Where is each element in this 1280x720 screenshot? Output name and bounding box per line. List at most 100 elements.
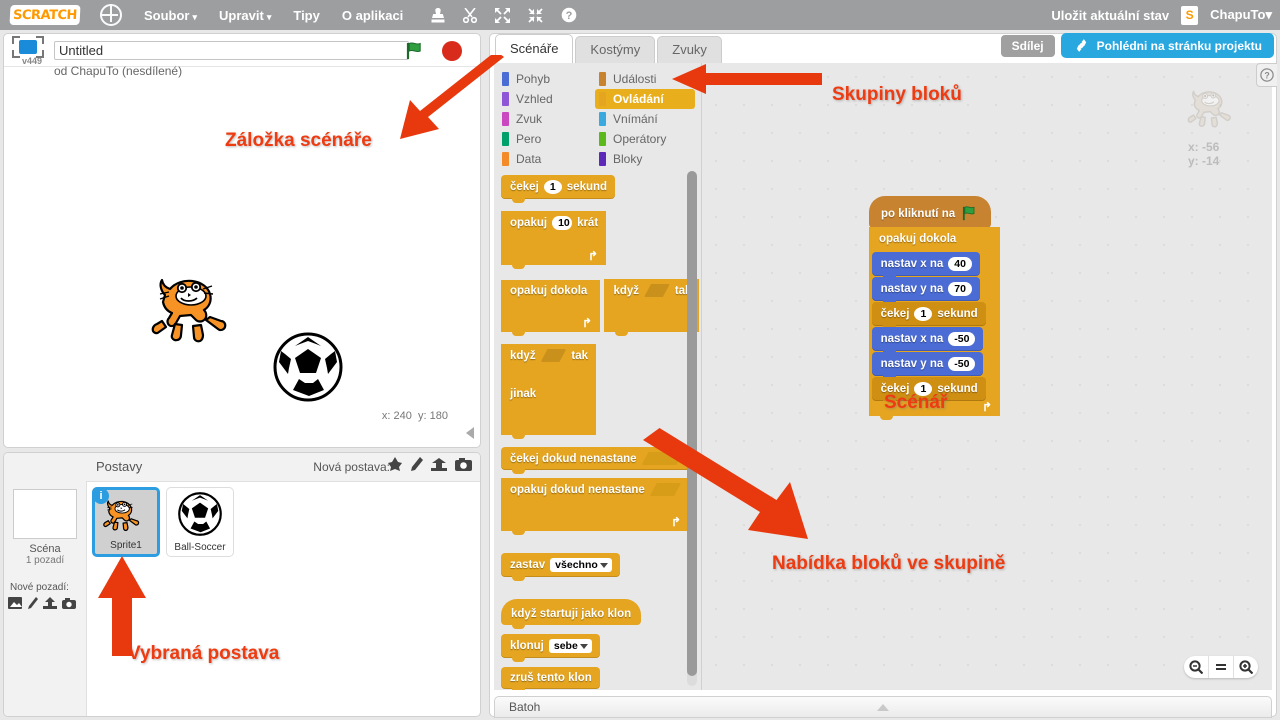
block-boolean-slot[interactable] (644, 284, 670, 297)
backpack-icon[interactable]: S (1181, 5, 1199, 25)
palette-block-if[interactable]: když tak (604, 279, 700, 336)
category-vnimani[interactable]: Vnímání (595, 109, 695, 129)
category-label: Pohyb (516, 72, 551, 86)
palette-block-repeat[interactable]: opakuj 10 krát ↱ (501, 211, 606, 269)
zoom-out-icon[interactable] (1184, 656, 1209, 678)
annotation-script: Scénář (884, 392, 948, 413)
block-boolean-slot[interactable] (541, 349, 567, 362)
block-label: opakuj dokola (879, 233, 957, 245)
block-number-input[interactable]: 40 (948, 257, 972, 271)
palette-block-delete-clone[interactable]: zruš tento klon (501, 667, 701, 690)
block-number-input[interactable]: 1 (543, 180, 562, 194)
paint-icon[interactable] (410, 457, 423, 471)
category-label: Operátory (613, 132, 667, 146)
palette-scrollbar-thumb[interactable] (687, 171, 697, 676)
backpack-bar[interactable]: Batoh (494, 696, 1272, 718)
menu-upravit[interactable]: Upravit ▾ (219, 8, 271, 23)
palette-block-wait[interactable]: čekej 1 sekund (501, 175, 701, 203)
block-number-input[interactable]: 1 (914, 307, 933, 321)
editor-tabs: Scénáře Kostýmy Zvuky (490, 34, 724, 63)
stage-coordinate-readout: x: 240 y: 180 (382, 410, 448, 422)
share-button[interactable]: Sdílej (1000, 34, 1055, 57)
block-number-input[interactable]: -50 (948, 332, 976, 346)
globe-icon[interactable] (100, 4, 122, 26)
upload-icon[interactable] (43, 597, 57, 609)
svg-text:?: ? (566, 10, 573, 22)
script-block-when-flag-clicked[interactable]: po kliknutí na (869, 196, 992, 232)
library-icon[interactable] (8, 597, 22, 609)
sprite-card-sprite1[interactable]: i Sprite1 (92, 487, 160, 557)
watermark-x-label: x: (1188, 140, 1199, 154)
loop-arrow-icon: ↱ (587, 249, 598, 263)
save-now-button[interactable]: Uložit aktuální stav (1051, 8, 1169, 23)
script-block-set-x-40[interactable]: nastav x na 40 (871, 252, 980, 280)
tab-zvuky[interactable]: Zvuky (657, 36, 722, 63)
block-number-input[interactable]: -50 (948, 357, 976, 371)
block-label-else: jinak (510, 388, 537, 400)
palette-block-forever[interactable]: opakuj dokola ↱ (501, 279, 600, 336)
script-block-set-y-70[interactable]: nastav y na 70 (871, 277, 980, 305)
script-block-forever[interactable]: opakuj dokola nastav x na 40 nastav y na… (869, 227, 1000, 420)
scissors-icon[interactable] (463, 7, 478, 23)
help-tab-button[interactable]: ? (1256, 63, 1277, 87)
block-dropdown[interactable]: sebe (548, 639, 592, 653)
zoom-reset-icon[interactable] (1209, 656, 1234, 678)
script-canvas[interactable]: x: -56 y: -14 po kliknutí na opakuj doko… (702, 63, 1272, 690)
paint-icon[interactable] (27, 597, 38, 609)
palette-block-if-else[interactable]: když tak jinak (501, 344, 596, 439)
help-icon[interactable]: ? (561, 7, 577, 23)
tab-kostymy[interactable]: Kostýmy (575, 36, 656, 63)
palette-block-create-clone[interactable]: klonuj sebe (501, 634, 701, 662)
grow-icon[interactable] (495, 7, 511, 23)
script-stack[interactable]: po kliknutí na opakuj dokola nastav x na (869, 196, 1000, 420)
sprite-card-ball-soccer[interactable]: Ball-Soccer (166, 487, 234, 557)
version-label: v449 (22, 56, 43, 66)
loop-arrow-icon: ↱ (981, 400, 992, 414)
camera-icon[interactable] (455, 457, 472, 471)
block-number-input[interactable]: 70 (948, 282, 972, 296)
palette-block-stop[interactable]: zastav všechno (501, 553, 701, 581)
surprise-icon[interactable] (388, 457, 402, 471)
block-label: čekej (880, 308, 910, 320)
backpack-label: Batoh (509, 700, 541, 714)
block-label: sekund (566, 181, 608, 193)
category-operatory[interactable]: Operátory (595, 129, 695, 149)
scratch-editor: SCRATCH Soubor ▾ Upravit ▾ Tipy O aplikaci… (0, 0, 1280, 720)
category-bloky[interactable]: Bloky (595, 149, 695, 169)
block-label: tak (571, 349, 588, 362)
stage-sprite-cat[interactable] (151, 262, 247, 352)
zoom-in-icon[interactable] (1234, 656, 1258, 678)
menu-soubor[interactable]: Soubor ▾ (144, 8, 197, 23)
stage-selector[interactable]: Scéna 1 pozadí Nové pozadí: (4, 481, 87, 716)
annotation-block-menu: Nabídka bloků ve skupině (772, 553, 1006, 574)
chevron-down-icon: ▾ (1265, 7, 1272, 22)
chevron-up-icon[interactable] (877, 704, 889, 711)
loop-arrow-icon: ↱ (581, 315, 592, 330)
scratch-logo[interactable]: SCRATCH (9, 5, 81, 25)
upload-icon[interactable] (431, 457, 447, 471)
account-menu[interactable]: ChapuTo▾ (1210, 7, 1272, 23)
stage-sprite-ball[interactable] (273, 332, 343, 402)
watermark-x-value: -56 (1202, 140, 1220, 154)
sprite-info-icon[interactable]: i (93, 488, 109, 504)
stamp-icon[interactable] (431, 7, 445, 23)
menu-tipy[interactable]: Tipy (293, 8, 320, 23)
block-label: když (613, 284, 640, 297)
watermark-coords: x: -56 y: -14 (1180, 140, 1250, 169)
palette-block-when-clone-start[interactable]: když startuji jako klon (501, 599, 701, 629)
camera-icon[interactable] (62, 597, 76, 609)
block-label: čekej (510, 181, 539, 193)
script-block-set-y-minus50[interactable]: nastav y na -50 (871, 352, 984, 380)
project-title-input[interactable] (54, 40, 409, 60)
block-number-input[interactable]: 10 (552, 216, 573, 230)
shrink-icon[interactable] (528, 7, 543, 23)
new-backdrop-label: Nové pozadí: (10, 582, 69, 593)
category-data[interactable]: Data (498, 149, 594, 169)
block-dropdown[interactable]: všechno (550, 558, 612, 572)
script-block-set-x-minus50[interactable]: nastav x na -50 (871, 327, 984, 355)
stage-collapse-arrow[interactable] (466, 427, 474, 439)
script-block-wait-1-a[interactable]: čekej 1 sekund (871, 302, 986, 330)
see-project-page-button[interactable]: Pohlédni na stránku projektu (1060, 33, 1274, 58)
coord-x-label: x: (381, 410, 391, 422)
menu-o-aplikaci[interactable]: O aplikaci (342, 8, 403, 23)
